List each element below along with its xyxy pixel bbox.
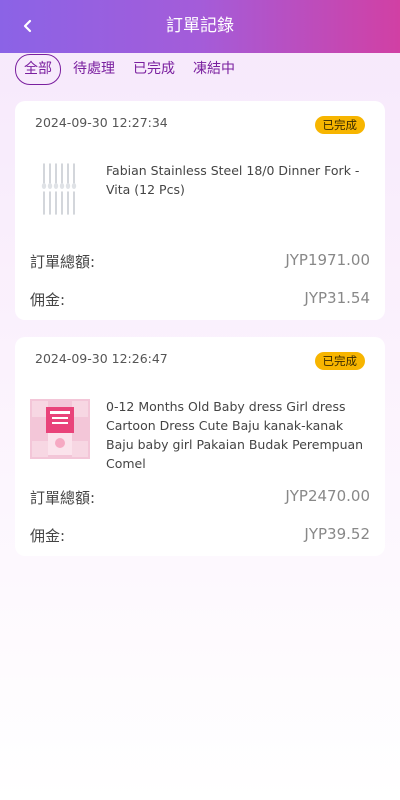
commission-label: 佣金: xyxy=(30,291,66,309)
tab-completed[interactable]: 已完成 xyxy=(133,55,175,84)
status-badge: 已完成 xyxy=(314,116,365,134)
tab-pending[interactable]: 待處理 xyxy=(73,55,115,84)
tab-frozen[interactable]: 凍結中 xyxy=(193,55,235,84)
order-total-value: JYP2470.00 xyxy=(285,487,370,505)
tab-all[interactable]: 全部 xyxy=(15,54,61,85)
order-total-label: 訂單總額: xyxy=(30,253,96,271)
status-badge: 已完成 xyxy=(314,352,365,370)
product-image xyxy=(30,158,90,218)
order-total-value: JYP1971.00 xyxy=(285,251,370,269)
order-card[interactable]: 2024-09-30 12:26:47 已完成 0-12 Months Old … xyxy=(15,337,385,556)
commission-label: 佣金: xyxy=(30,527,66,545)
product-name: Fabian Stainless Steel 18/0 Dinner Fork … xyxy=(106,163,360,197)
page-title: 訂單記錄 xyxy=(166,16,234,36)
product-image xyxy=(30,399,90,459)
order-date: 2024-09-30 12:26:47 xyxy=(35,351,168,366)
app-header: 訂單記錄 xyxy=(0,0,400,53)
order-total-label: 訂單總額: xyxy=(30,489,96,507)
status-tabs: 全部 待處理 已完成 凍結中 xyxy=(15,54,253,85)
order-date: 2024-09-30 12:27:34 xyxy=(35,115,168,130)
product-name: 0-12 Months Old Baby dress Girl dress Ca… xyxy=(106,399,364,471)
order-card[interactable]: 2024-09-30 12:27:34 已完成 Fabian Stainless… xyxy=(15,101,385,320)
commission-value: JYP39.52 xyxy=(304,525,370,543)
commission-value: JYP31.54 xyxy=(304,289,370,307)
